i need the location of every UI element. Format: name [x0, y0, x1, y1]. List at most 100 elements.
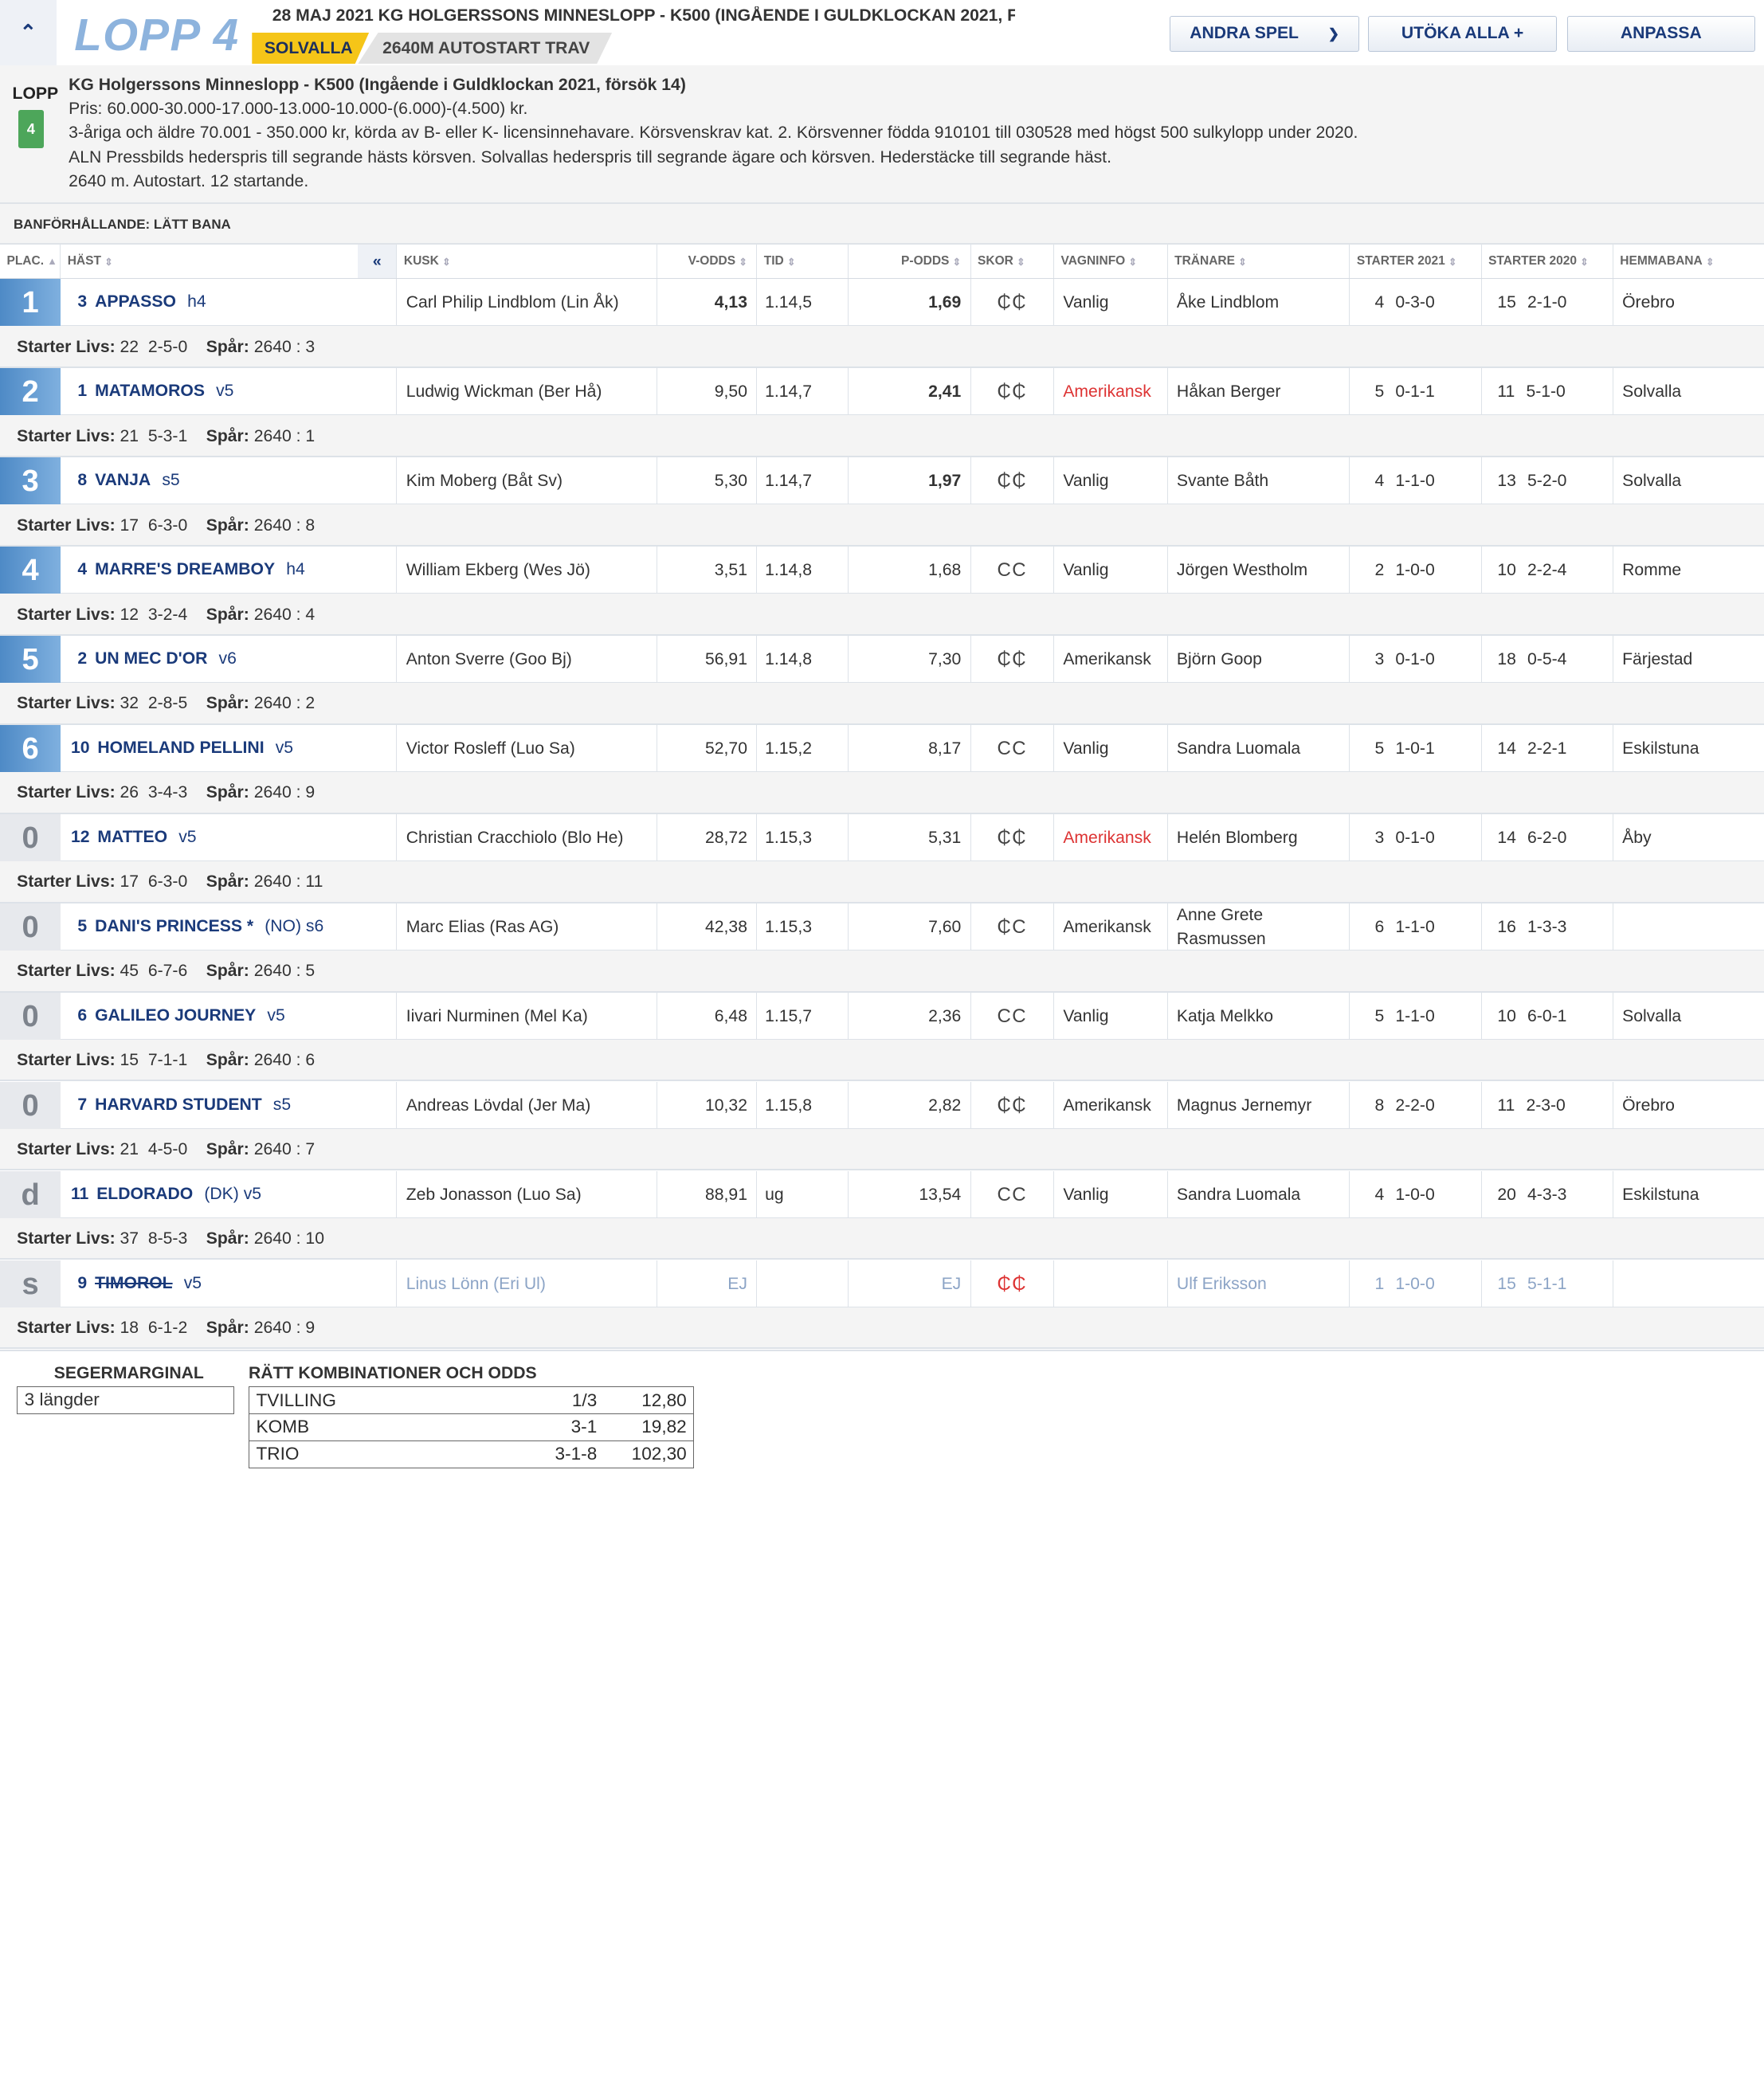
combination-row: TVILLING 1/3 12,80	[249, 1386, 695, 1415]
col-starter-2021[interactable]: STARTER 2021 ⇕	[1350, 244, 1482, 279]
horse-name[interactable]: HARVARD STUDENT	[95, 1096, 262, 1115]
cart-info-cell	[1054, 1260, 1168, 1308]
collapse-columns-button[interactable]: «	[358, 244, 398, 279]
andra-spel-label: ANDRA SPEL	[1190, 24, 1299, 43]
horse-cell[interactable]: 11 ELDORADO (DK) v5	[61, 1170, 398, 1219]
col-kusk[interactable]: KUSK ⇕	[397, 244, 657, 279]
col-vagninfo[interactable]: VAGNINFO ⇕	[1054, 244, 1168, 279]
horse-name[interactable]: DANI'S PRINCESS *	[95, 917, 253, 936]
results-footer: SEGERMARGINAL 3 längder RÄTT KOMBINATION…	[0, 1350, 1764, 1485]
horse-name[interactable]: UN MEC D'OR	[95, 649, 207, 668]
driver-cell: Christian Cracchiolo (Blo He)	[397, 814, 657, 862]
horse-name[interactable]: ELDORADO	[96, 1185, 193, 1204]
spar-label: Spår:	[206, 694, 249, 713]
horse-cell[interactable]: 5 DANI'S PRINCESS * (NO) s6	[61, 903, 398, 951]
p-odds-cell: 1,68	[849, 547, 971, 594]
starter-2020-cell: 10 2-2-4	[1482, 547, 1613, 594]
starter-livs-label: Starter Livs:	[17, 426, 116, 445]
starter-2021-cell: 4 1-0-0	[1350, 1170, 1482, 1219]
horse-cell[interactable]: 3 APPASSO h4	[61, 279, 398, 327]
horse-cell[interactable]: 7 HARVARD STUDENT s5	[61, 1081, 398, 1130]
horse-name[interactable]: APPASSO	[95, 292, 176, 312]
col-tid[interactable]: TID ⇕	[757, 244, 849, 279]
horse-cell[interactable]: 4 MARRE'S DREAMBOY h4	[61, 547, 398, 594]
col-vodds[interactable]: V-ODDS ⇕	[657, 244, 758, 279]
horse-name[interactable]: MARRE'S DREAMBOY	[95, 560, 275, 579]
time-cell: 1.14,7	[757, 368, 849, 416]
horse-note: h4	[286, 560, 305, 579]
cart-info-cell: Amerikansk	[1054, 814, 1168, 862]
andra-spel-button[interactable]: ANDRA SPEL ❯	[1170, 15, 1359, 52]
col-podds[interactable]: P-ODDS ⇕	[849, 244, 971, 279]
sort-icon: ⇕	[1580, 256, 1589, 268]
horse-name[interactable]: GALILEO JOURNEY	[95, 1006, 256, 1025]
col-skor[interactable]: SKOR ⇕	[971, 244, 1055, 279]
table-row[interactable]: 0 5 DANI'S PRINCESS * (NO) s6 Marc Elias (Ra…	[0, 903, 1764, 951]
horse-cell[interactable]: 2 UN MEC D'OR v6	[61, 636, 398, 684]
col-plac[interactable]: PLAC. ▲	[0, 244, 61, 279]
spar-value: 2640 : 6	[253, 1051, 316, 1070]
horse-name[interactable]: MATTEO	[97, 828, 167, 847]
spar-value: 2640 : 1	[253, 426, 316, 445]
col-hemmabana[interactable]: HEMMABANA ⇕	[1613, 245, 1764, 278]
col-hast[interactable]: HÄST ⇕	[61, 245, 358, 278]
starter-livs-record: 5-3-1	[147, 426, 188, 445]
time-cell: 1.14,7	[757, 457, 849, 505]
col-tranare[interactable]: TRÄNARE ⇕	[1168, 244, 1350, 279]
horse-note: v5	[275, 738, 294, 757]
horse-cell[interactable]: 1 MATAMOROS v5	[61, 368, 398, 416]
table-row[interactable]: 5 2 UN MEC D'OR v6 Anton Sverre (Goo Bj) 56,9…	[0, 636, 1764, 684]
horse-cell[interactable]: 6 GALILEO JOURNEY v5	[61, 992, 398, 1041]
table-row[interactable]: 0 7 HARVARD STUDENT s5 Andreas Lövdal (Jer M…	[0, 1081, 1764, 1130]
table-row[interactable]: 1 3 APPASSO h4 Carl Philip Lindblom (Lin Åk)…	[0, 279, 1764, 327]
collapse-button[interactable]: ⌃	[0, 0, 57, 65]
starter-livs-record: 2-8-5	[147, 694, 188, 713]
starter-livs-label: Starter Livs:	[17, 783, 116, 802]
horse-cell[interactable]: 12 MATTEO v5	[61, 814, 398, 862]
table-row[interactable]: d 11 ELDORADO (DK) v5 Zeb Jonasson (Luo Sa) 8…	[0, 1170, 1764, 1219]
starter-livs-record: 3-4-3	[147, 783, 188, 802]
spar-value: 2640 : 4	[253, 605, 316, 624]
row-details: Starter Livs: 26 3-4-3 Spår: 2640 : 9	[0, 772, 1764, 814]
horse-name[interactable]: VANJA	[95, 471, 151, 490]
table-row[interactable]: 3 8 VANJA s5 Kim Moberg (Båt Sv) 5,30 1.14,7 1,…	[0, 457, 1764, 505]
p-odds-cell: 1,97	[849, 457, 971, 505]
table-row[interactable]: 2 1 MATAMOROS v5 Ludwig Wickman (Ber Hå) 9,50…	[0, 368, 1764, 416]
lopp-title: LOPP 4	[74, 10, 240, 61]
anpassa-button[interactable]: ANPASSA	[1566, 15, 1755, 52]
horse-cell[interactable]: 8 VANJA s5	[61, 457, 398, 505]
spar-value: 2640 : 8	[253, 515, 316, 535]
time-cell: 1.14,5	[757, 279, 849, 327]
table-row[interactable]: 0 12 MATTEO v5 Christian Cracchiolo (Blo He)…	[0, 814, 1764, 862]
time-cell: 1.15,3	[757, 903, 849, 951]
row-details: Starter Livs: 22 2-5-0 Spår: 2640 : 3	[0, 326, 1764, 368]
horse-cell[interactable]: 9 TIMOROL v5	[61, 1260, 398, 1308]
race-title: 28 MAJ 2021 KG HOLGERSSONS MINNESLOPP - …	[272, 6, 1015, 25]
horse-name[interactable]: HOMELAND PELLINI	[97, 739, 264, 758]
row-details: Starter Livs: 32 2-8-5 Spår: 2640 : 2	[0, 683, 1764, 725]
table-row[interactable]: 6 10 HOMELAND PELLINI v5 Victor Rosleff (Luo…	[0, 725, 1764, 773]
combination-odds: 19,82	[603, 1413, 695, 1441]
placing: 5	[0, 636, 61, 684]
horse-cell[interactable]: 10 HOMELAND PELLINI v5	[61, 725, 398, 773]
sort-icon: ⇕	[1705, 256, 1715, 268]
shoes-icon: CC	[971, 725, 1055, 773]
horse-name[interactable]: TIMOROL	[95, 1274, 173, 1293]
starter-2020-cell: 15 2-1-0	[1482, 279, 1613, 327]
placing: 3	[0, 457, 61, 505]
utoka-alla-button[interactable]: UTÖKA ALLA +	[1367, 15, 1558, 52]
segermarginal-value: 3 längder	[17, 1386, 234, 1415]
col-starter-2020[interactable]: STARTER 2020 ⇕	[1482, 244, 1613, 279]
starter-livs-label: Starter Livs:	[17, 694, 116, 713]
spar-value: 2640 : 5	[253, 962, 316, 981]
horse-name[interactable]: MATAMOROS	[95, 382, 205, 401]
row-details: Starter Livs: 15 7-1-1 Spår: 2640 : 6	[0, 1040, 1764, 1082]
table-row[interactable]: 0 6 GALILEO JOURNEY v5 Iivari Nurminen (Mel …	[0, 992, 1764, 1041]
horse-number: 10	[70, 738, 90, 757]
driver-cell: Linus Lönn (Eri Ul)	[397, 1260, 657, 1308]
table-row[interactable]: s 9 TIMOROL v5 Linus Lönn (Eri Ul) EJ EJ ₵₵ Ulf …	[0, 1260, 1764, 1308]
row-details: Starter Livs: 37 8-5-3 Spår: 2640 : 10	[0, 1218, 1764, 1260]
shoes-icon: ₵₵	[971, 636, 1055, 684]
table-row[interactable]: 4 4 MARRE'S DREAMBOY h4 William Ekberg (Wes …	[0, 547, 1764, 594]
spar-label: Spår:	[206, 783, 249, 802]
